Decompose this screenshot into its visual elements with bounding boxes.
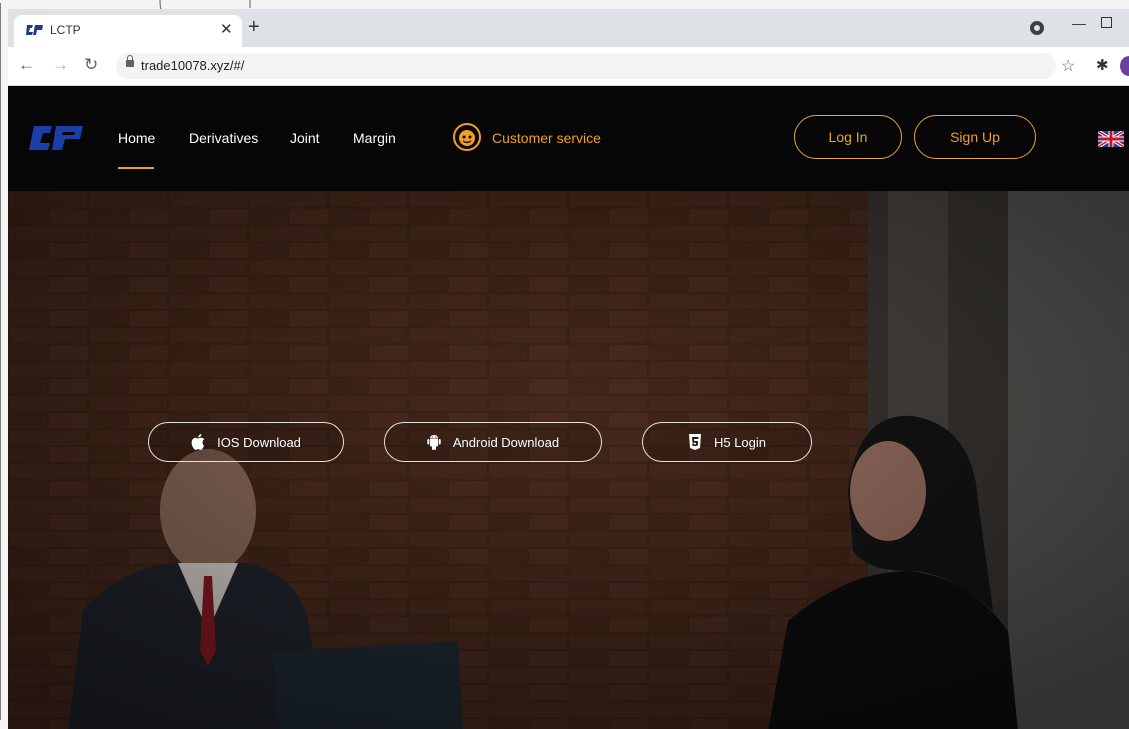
site-header: Home Derivatives Joint Margin Customer s… xyxy=(8,86,1129,191)
tab-strip: LCTP ✕ + — xyxy=(8,9,1129,47)
address-bar[interactable]: trade10078.xyz/#/ xyxy=(116,53,1056,79)
lctp-favicon-icon xyxy=(26,25,43,35)
h5-login-label: H5 Login xyxy=(713,434,767,450)
restore-icon[interactable] xyxy=(1101,17,1112,28)
hero-banner: IOS Download Android Download H5 Login xyxy=(8,191,1129,729)
nav-active-indicator xyxy=(118,167,154,169)
nav-derivatives[interactable]: Derivatives xyxy=(189,130,258,146)
android-download-button[interactable]: Android Download xyxy=(384,422,602,462)
customer-service-icon[interactable] xyxy=(452,122,482,152)
html5-icon xyxy=(688,434,701,450)
h5-login-button[interactable]: H5 Login xyxy=(642,422,812,462)
lctp-logo[interactable] xyxy=(28,124,86,152)
nav-margin[interactable]: Margin xyxy=(353,130,396,146)
tab-title: LCTP xyxy=(50,23,81,37)
back-icon[interactable]: ← xyxy=(18,55,35,75)
ios-download-label: IOS Download xyxy=(217,434,301,450)
avatar[interactable] xyxy=(1120,56,1129,76)
browser-toolbar: ← → ↻ trade10078.xyz/#/ ☆ ✱ xyxy=(8,47,1129,86)
android-download-label: Android Download xyxy=(452,434,560,450)
browser-tab[interactable]: LCTP ✕ xyxy=(14,15,242,47)
tab-close-icon[interactable]: ✕ xyxy=(220,21,233,39)
android-icon xyxy=(427,435,441,450)
signup-button[interactable]: Sign Up xyxy=(914,115,1036,159)
extensions-icon[interactable]: ✱ xyxy=(1096,56,1109,74)
minimize-icon[interactable]: — xyxy=(1072,15,1086,31)
lock-icon xyxy=(126,55,134,67)
new-tab-icon[interactable]: + xyxy=(248,17,260,37)
uk-flag-icon[interactable] xyxy=(1098,131,1124,147)
bookmark-star-icon[interactable]: ☆ xyxy=(1061,56,1075,76)
customer-service-link[interactable]: Customer service xyxy=(492,130,601,146)
login-button[interactable]: Log In xyxy=(794,115,902,159)
ios-download-button[interactable]: IOS Download xyxy=(148,422,344,462)
apple-icon xyxy=(191,434,205,450)
reload-icon[interactable]: ↻ xyxy=(84,55,98,75)
nav-joint[interactable]: Joint xyxy=(290,130,320,146)
url-text: trade10078.xyz/#/ xyxy=(141,58,245,73)
forward-icon[interactable]: → xyxy=(52,55,69,75)
browser-profile-icon[interactable] xyxy=(1030,21,1044,35)
nav-home[interactable]: Home xyxy=(118,130,155,146)
browser-window: LCTP ✕ + — ← → ↻ trade10078.xyz/#/ ☆ ✱ H… xyxy=(8,9,1129,729)
